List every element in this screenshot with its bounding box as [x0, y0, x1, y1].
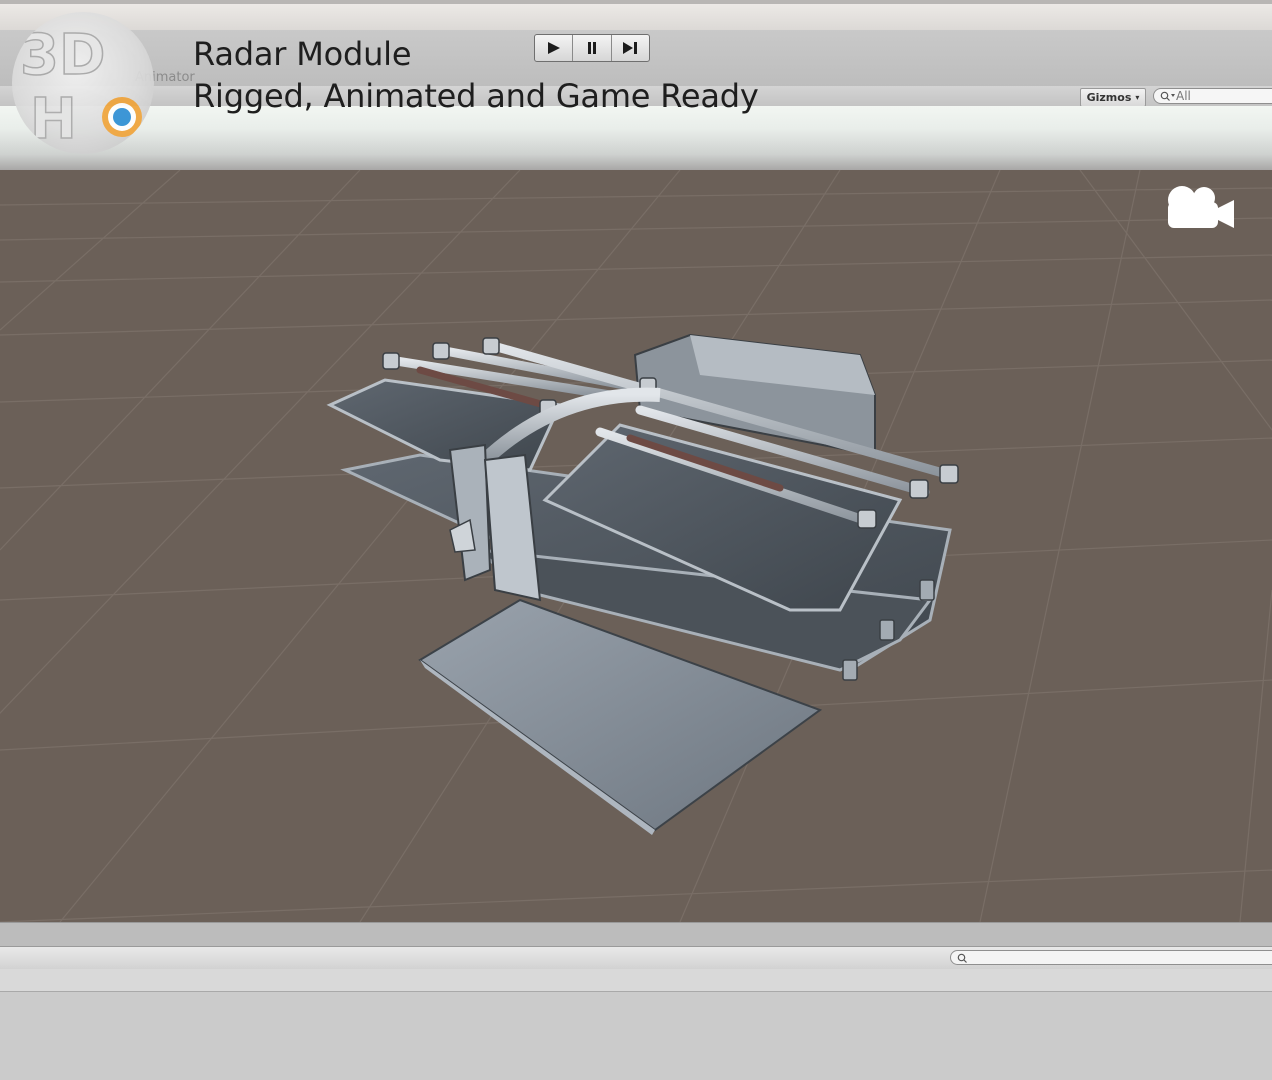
- project-search-input[interactable]: [950, 950, 1272, 965]
- play-controls: [534, 34, 650, 62]
- logo-icon: 3D H: [19, 22, 142, 153]
- radar-module-model[interactable]: [0, 170, 1272, 922]
- scene-viewport[interactable]: [0, 170, 1272, 922]
- gizmos-dropdown[interactable]: Gizmos ▾: [1080, 88, 1146, 107]
- scene-search-placeholder: All: [1176, 89, 1191, 103]
- bottom-panel-separator: [0, 922, 1272, 947]
- play-icon: [547, 42, 560, 54]
- header-fade-overlay: [0, 106, 1272, 170]
- pause-button[interactable]: [573, 35, 612, 61]
- project-panel-body: [0, 992, 1272, 1080]
- gizmos-label: Gizmos: [1086, 91, 1132, 104]
- play-button[interactable]: [535, 35, 574, 61]
- scene-camera-icon[interactable]: [1162, 180, 1236, 232]
- project-panel-toolbar: [0, 969, 1272, 992]
- search-icon: [1160, 91, 1175, 101]
- svg-text:3D: 3D: [20, 23, 105, 88]
- menu-bar: [0, 4, 1272, 30]
- step-button[interactable]: [612, 35, 649, 61]
- step-icon: [623, 42, 638, 54]
- page-title: Radar Module: [193, 35, 412, 73]
- chevron-down-icon: ▾: [1135, 93, 1140, 102]
- search-icon: [957, 953, 967, 963]
- brand-logo: 3D H: [12, 12, 154, 154]
- pause-icon: [587, 42, 596, 54]
- scene-search-input[interactable]: All: [1153, 88, 1272, 104]
- page-subtitle: Rigged, Animated and Game Ready: [193, 77, 759, 115]
